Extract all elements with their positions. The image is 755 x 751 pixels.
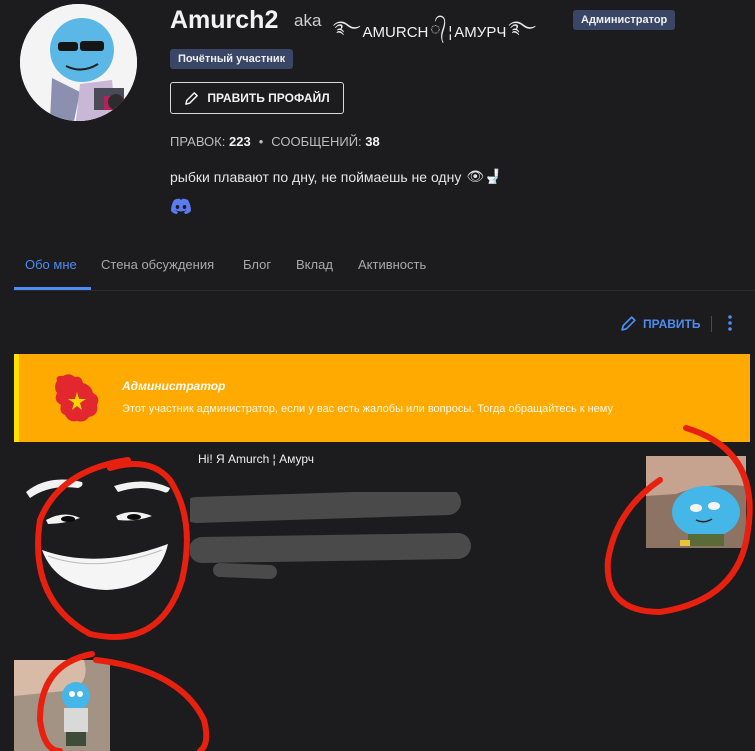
- messages-label: СООБЩЕНИЙ:: [271, 134, 362, 149]
- edit-profile-button[interactable]: ПРАВИТЬ ПРОФАЙЛ: [170, 82, 344, 114]
- messages-count: 38: [365, 134, 380, 149]
- greeting-text: Hi! Я Amurch ¦ Амурч: [198, 452, 315, 466]
- swirl-ornament-icon: ᭄: [430, 19, 447, 39]
- vietnam-map-icon: [55, 374, 99, 422]
- member-badge: Почётный участник: [170, 49, 294, 69]
- swirl-ornament-icon: ࿐: [508, 18, 536, 38]
- tab-wall[interactable]: Стена обсуждения: [101, 257, 214, 272]
- active-tab-indicator: [14, 287, 91, 290]
- aka-label: aka: [294, 11, 322, 30]
- tab-activity[interactable]: Активность: [358, 257, 426, 272]
- alt-name: ࿐ AMURCH ᭄ ¦ АМУРЧ ࿐: [333, 8, 536, 56]
- pencil-icon: [185, 91, 199, 105]
- avatar[interactable]: [20, 4, 137, 121]
- tab-contributions[interactable]: Вклад: [296, 257, 333, 272]
- alt-name-latin: AMURCH: [362, 23, 429, 41]
- admin-banner: Администратор Этот участник администрато…: [14, 354, 750, 442]
- gumball-photo-right: [646, 456, 746, 548]
- bio: рыбки плавают по дну, не поймаешь не одн…: [170, 168, 502, 185]
- swirl-ornament-icon: ࿐: [333, 18, 361, 38]
- admin-badge: Администратор: [573, 10, 676, 30]
- bio-text: рыбки плавают по дну, не поймаешь не одн…: [170, 168, 462, 185]
- banner-text: Этот участник администратор, если у вас …: [122, 403, 613, 415]
- edits-label: ПРАВОК:: [170, 134, 226, 149]
- smug-face-image: [18, 470, 188, 625]
- bullet-separator: •: [258, 134, 264, 149]
- username: Amurch2: [170, 6, 279, 34]
- profile-tabs: Обо мне Стена обсуждения Блог Вклад Акти…: [14, 246, 755, 291]
- gumball-photo-bottom: [14, 660, 110, 751]
- edit-button[interactable]: ПРАВИТЬ: [620, 315, 701, 332]
- pencil-icon: [621, 316, 636, 331]
- divider: [711, 316, 712, 332]
- edit-profile-label: ПРАВИТЬ ПРОФАЙЛ: [207, 91, 330, 105]
- more-options-icon[interactable]: [726, 314, 734, 337]
- censor-bars: [183, 489, 480, 592]
- edits-count: 223: [228, 134, 251, 149]
- discord-icon[interactable]: [170, 198, 192, 220]
- bio-emoji: 👁🚽: [466, 168, 502, 184]
- tab-about[interactable]: Обо мне: [25, 257, 77, 272]
- stats: ПРАВОК: 223 • СООБЩЕНИЙ: 38: [170, 134, 380, 149]
- alt-name-cyrillic: АМУРЧ: [454, 23, 507, 41]
- edit-label: ПРАВИТЬ: [643, 316, 701, 331]
- banner-title: Администратор: [122, 379, 226, 393]
- tab-blog[interactable]: Блог: [243, 257, 271, 272]
- alt-name-separator: ¦: [448, 23, 453, 41]
